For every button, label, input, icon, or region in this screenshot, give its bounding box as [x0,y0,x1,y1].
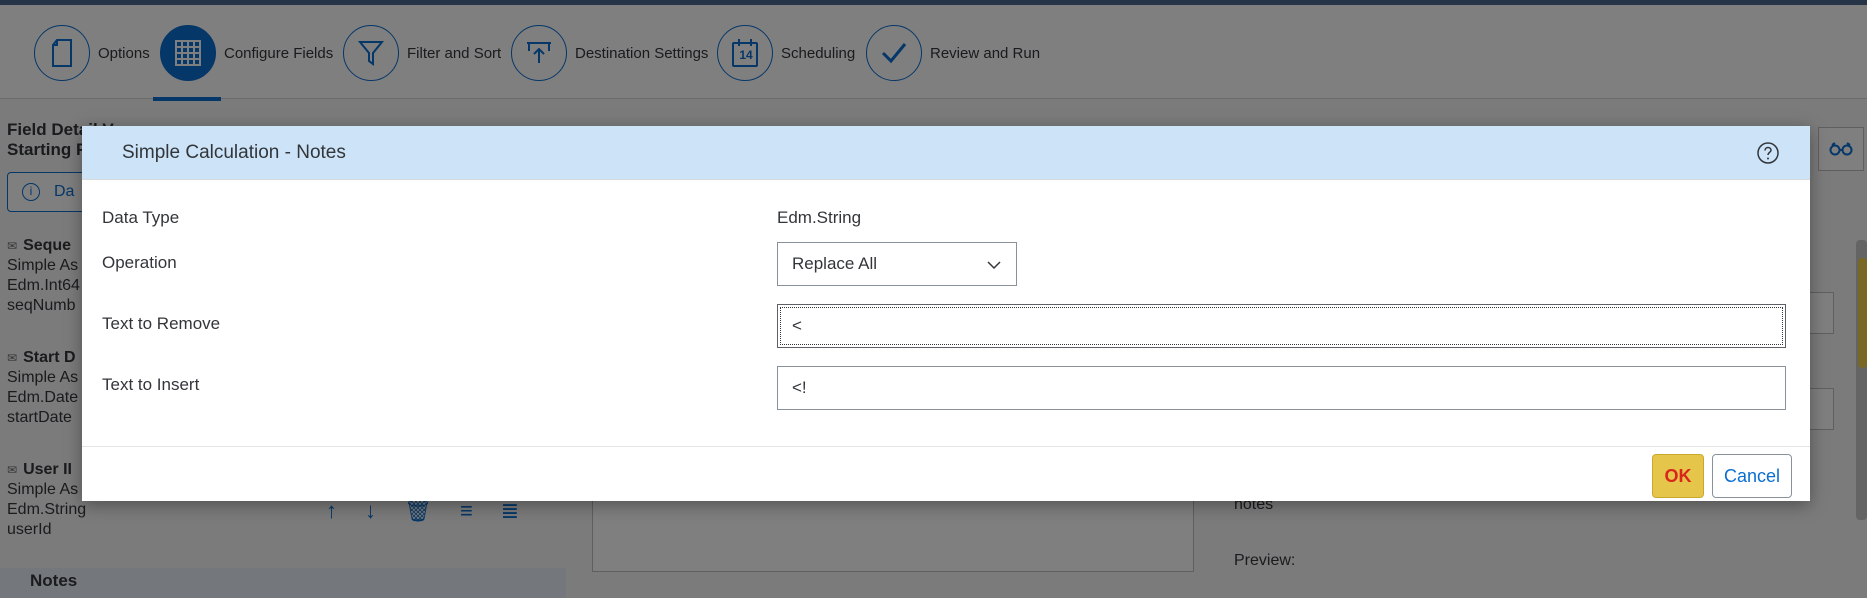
chevron-down-icon [987,261,1001,270]
text-to-remove-label: Text to Remove [102,314,221,333]
dialog-footer [82,446,1810,501]
help-icon[interactable] [1756,141,1780,165]
dialog-title: Simple Calculation - Notes [122,142,346,163]
data-type-value: Edm.String [777,208,862,227]
text-to-insert-input[interactable] [777,366,1786,410]
operation-selected-value: Replace All [792,254,878,273]
text-to-remove-input[interactable] [777,304,1786,348]
ok-button[interactable]: OK [1652,454,1704,498]
dialog-header: Simple Calculation - Notes [82,126,1810,180]
data-type-label: Data Type [102,208,180,227]
operation-label: Operation [102,253,177,272]
operation-select[interactable]: Replace All [777,242,1017,286]
text-to-insert-label: Text to Insert [102,375,200,394]
simple-calculation-dialog: Simple Calculation - Notes Data Type Edm… [82,126,1810,501]
cancel-button[interactable]: Cancel [1712,454,1792,498]
